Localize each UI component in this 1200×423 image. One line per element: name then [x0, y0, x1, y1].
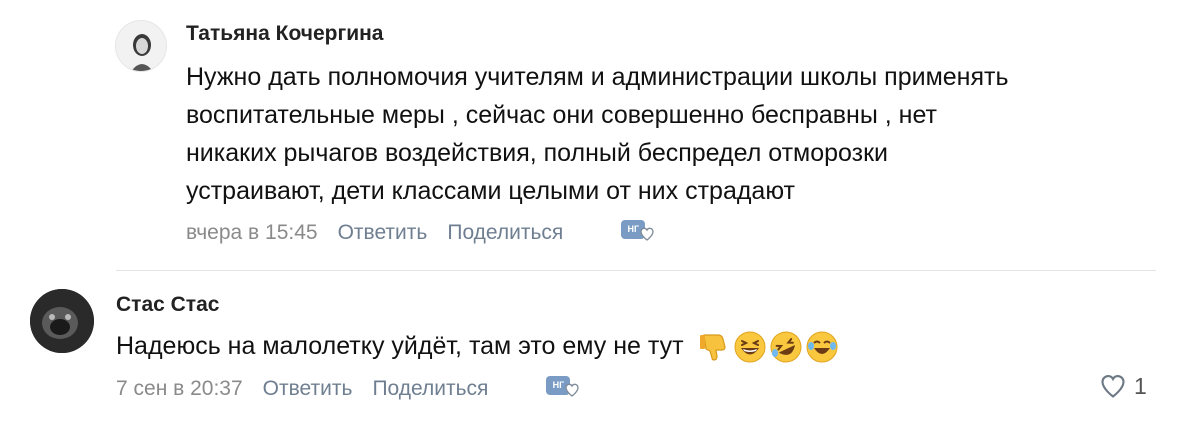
like-count: 1: [1134, 372, 1147, 399]
reaction-button[interactable]: НГ: [544, 374, 584, 404]
avatar[interactable]: [30, 289, 94, 353]
heart-icon: [565, 383, 580, 397]
share-button[interactable]: Поделиться: [447, 221, 563, 245]
reaction-button[interactable]: НГ: [619, 218, 659, 248]
comment-text-line: Нужно дать полномочия учителям и админис…: [186, 63, 1009, 91]
reply-button[interactable]: Ответить: [338, 221, 428, 245]
heart-icon: [640, 227, 654, 241]
comment-divider: [116, 270, 1156, 271]
thumbs-down-icon: [700, 334, 727, 361]
emoji-group: [698, 331, 838, 363]
comment-text-line: никаких рычагов воздействия, полный бесп…: [186, 139, 889, 167]
comment-meta: 7 сен в 20:37 Ответить Поделиться НГ: [116, 374, 584, 404]
comment-text: Надеюсь на малолетку уйдёт, там это ему …: [116, 327, 838, 365]
comment-text-line: Надеюсь на малолетку уйдёт, там это ему …: [116, 332, 684, 360]
comment-text-line: воспитательные меры , сейчас они соверше…: [186, 101, 938, 129]
comment-time[interactable]: 7 сен в 20:37: [116, 377, 243, 401]
comment-author[interactable]: Татьяна Кочергина: [186, 22, 383, 46]
comment-text-line: устраивают, дети классами целыми от них …: [186, 177, 795, 205]
rolling-on-floor-laughing-icon: [770, 331, 802, 363]
heart-icon: [1101, 375, 1125, 398]
comment-meta: вчера в 15:45 Ответить Поделиться НГ: [186, 218, 659, 248]
avatar[interactable]: [115, 20, 167, 72]
comment-author[interactable]: Стас Стас: [116, 293, 219, 317]
comment-text: Нужно дать полномочия учителям и админис…: [186, 58, 1009, 210]
comment-time[interactable]: вчера в 15:45: [186, 221, 318, 245]
like-button[interactable]: 1: [1098, 372, 1147, 400]
face-with-tears-of-joy-icon: [806, 331, 838, 363]
share-button[interactable]: Поделиться: [372, 377, 488, 401]
reply-button[interactable]: Ответить: [263, 377, 353, 401]
grinning-squinting-face-icon: [734, 331, 766, 363]
